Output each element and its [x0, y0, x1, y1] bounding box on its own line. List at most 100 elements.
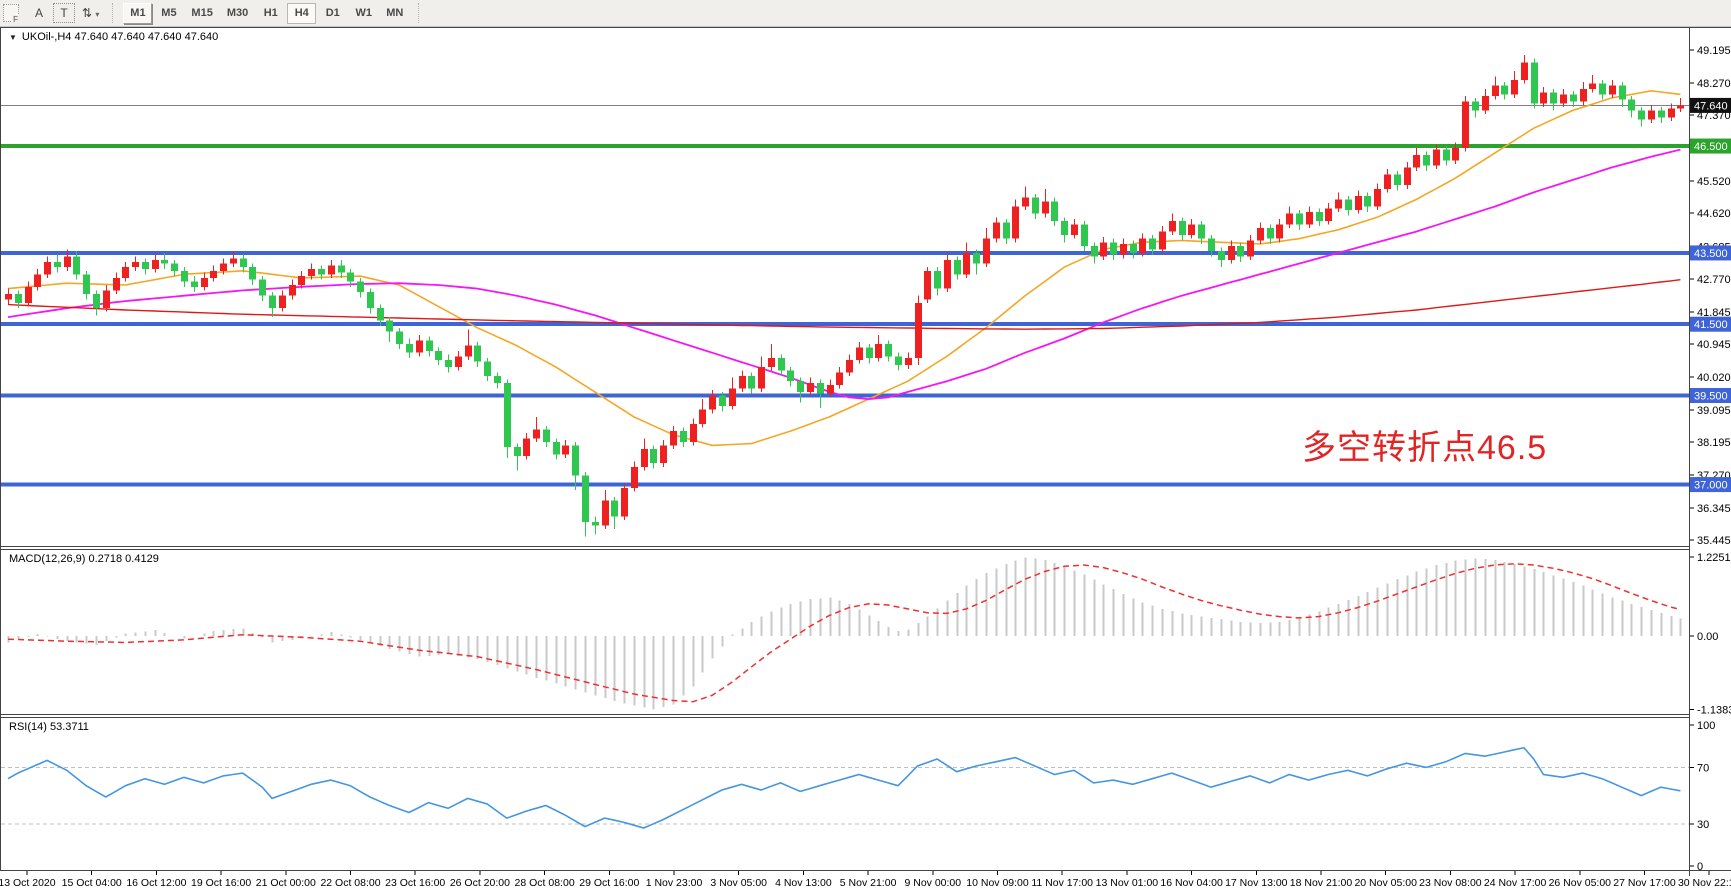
candle: [875, 344, 882, 358]
candle: [1570, 94, 1577, 101]
time-tick-label: 22 Oct 08:00: [320, 877, 380, 889]
candle: [122, 267, 129, 278]
candle: [132, 262, 139, 267]
rsi-tick-label: 30: [1697, 819, 1709, 831]
candle: [328, 265, 335, 274]
candle: [1452, 148, 1459, 160]
candle: [1492, 85, 1499, 96]
time-tick-label: 24 Nov 17:00: [1484, 877, 1547, 889]
candle: [993, 223, 1000, 239]
candle: [915, 303, 922, 358]
candle: [748, 376, 755, 388]
ma-line-fast: [8, 91, 1680, 446]
tab-timeframe-d1[interactable]: D1: [318, 3, 347, 24]
time-tick-label: 26 Oct 20:00: [450, 877, 510, 889]
candle: [729, 388, 736, 406]
time-tick-label: 29 Oct 16:00: [579, 877, 639, 889]
candle: [161, 260, 168, 264]
candle: [1443, 150, 1450, 161]
candle: [709, 395, 716, 409]
macd-indicator-label: MACD(12,26,9) 0.2718 0.4129: [9, 553, 159, 565]
candle: [220, 264, 227, 271]
tab-timeframe-m15[interactable]: M15: [185, 3, 218, 24]
candle: [1482, 96, 1489, 110]
candle: [15, 294, 22, 303]
candle: [1032, 198, 1039, 214]
candle: [973, 253, 980, 264]
candle: [1012, 207, 1019, 239]
candle: [494, 376, 501, 383]
tab-timeframe-mn[interactable]: MN: [380, 3, 409, 24]
candle: [1677, 105, 1684, 108]
time-tick-label: 3 Nov 05:00: [710, 877, 767, 889]
macd-panel: [8, 557, 1681, 709]
candle: [1208, 239, 1215, 251]
candle: [1540, 93, 1547, 104]
arrange-tool-button[interactable]: ⇅ ▾: [78, 3, 103, 23]
candle: [1071, 224, 1078, 235]
candle: [1188, 224, 1195, 235]
price-tick-label: 48.270: [1697, 78, 1731, 90]
price-badge-label: 46.500: [1694, 141, 1728, 153]
price-tick-label: 40.945: [1697, 339, 1731, 351]
candle: [1120, 244, 1127, 255]
candle: [230, 258, 237, 263]
candle: [963, 253, 970, 274]
macd-tick-label: -1.1383: [1697, 704, 1731, 716]
time-tick-label: 15 Oct 04:00: [62, 877, 122, 889]
candle: [1100, 242, 1107, 256]
candle: [1257, 228, 1264, 240]
candle: [1325, 208, 1332, 220]
candle: [426, 340, 433, 351]
candle: [846, 360, 853, 372]
candle: [1355, 196, 1362, 210]
candle: [259, 280, 266, 296]
cursor-tool-button[interactable]: A: [28, 3, 50, 23]
candle: [1091, 246, 1098, 257]
macd-axis: 1.22510.00-1.1383: [1690, 552, 1731, 716]
candle: [602, 501, 609, 526]
candle: [142, 262, 149, 269]
candle: [1247, 240, 1254, 256]
candle: [1472, 101, 1479, 110]
candle: [1550, 93, 1557, 104]
candle: [758, 367, 765, 388]
candle: [954, 260, 961, 274]
candle: [1179, 221, 1186, 235]
candle: [249, 267, 256, 279]
candle: [93, 294, 100, 308]
text-tool-button[interactable]: T: [53, 3, 75, 23]
time-tick-label: 28 Oct 08:00: [515, 877, 575, 889]
tab-timeframe-w1[interactable]: W1: [349, 3, 378, 24]
tab-timeframe-m5[interactable]: M5: [154, 3, 183, 24]
macd-tick-label: 1.2251: [1697, 552, 1731, 564]
rsi-tick-label: 100: [1697, 720, 1715, 732]
candle: [1423, 155, 1430, 166]
candle: [318, 269, 325, 274]
candle: [768, 358, 775, 367]
toolbar-grip-icon[interactable]: F: [3, 4, 19, 22]
candle: [83, 274, 90, 294]
chart-title-bar[interactable]: ▼UKOil-,H4 47.640 47.640 47.640 47.640: [9, 31, 218, 43]
candle: [1286, 214, 1293, 225]
candle: [553, 442, 560, 454]
tab-timeframe-h4[interactable]: H4: [287, 3, 316, 24]
candle: [543, 429, 550, 441]
candle: [1139, 239, 1146, 253]
price-tick-label: 42.770: [1697, 274, 1731, 286]
ma-line-slow: [8, 280, 1680, 330]
tab-timeframe-m1[interactable]: M1: [123, 3, 152, 24]
candle: [64, 257, 71, 268]
candle: [641, 449, 648, 467]
candle: [944, 260, 951, 289]
candle: [474, 346, 481, 362]
candle: [54, 262, 61, 267]
candle: [778, 358, 785, 370]
candle: [1531, 62, 1538, 103]
time-tick-label: 11 Nov 17:00: [1031, 877, 1093, 889]
price-badge-label: 43.500: [1694, 248, 1728, 260]
candle: [680, 431, 687, 442]
toolbar-separator: [112, 3, 114, 23]
tab-timeframe-h1[interactable]: H1: [256, 3, 285, 24]
tab-timeframe-m30[interactable]: M30: [221, 3, 254, 24]
